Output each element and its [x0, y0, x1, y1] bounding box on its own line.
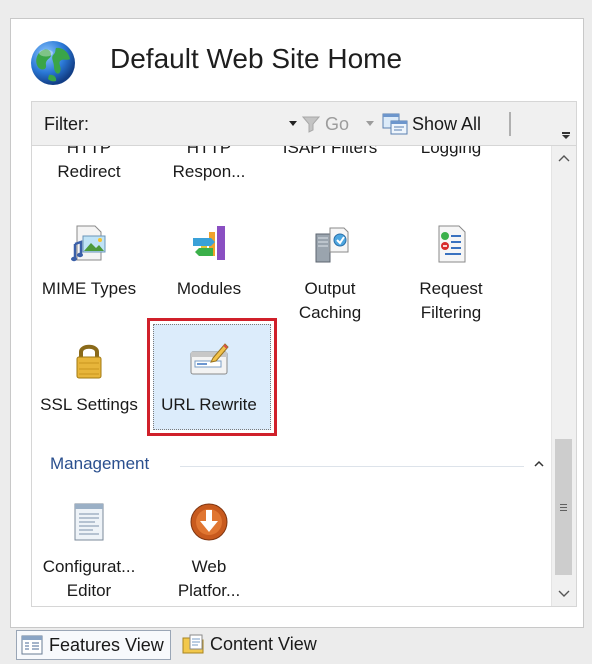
page-title: Default Web Site Home: [110, 43, 403, 74]
scroll-down-button[interactable]: [552, 582, 576, 606]
features-list: HTTP Redirect HTTP Respon... ISAPI Filte…: [31, 145, 577, 607]
feature-output-caching[interactable]: Output Caching: [272, 224, 388, 325]
toolbar-overflow-button[interactable]: [562, 132, 570, 139]
feature-label: HTTP: [66, 145, 112, 157]
content-view-icon: [182, 634, 204, 654]
collapse-caret-icon[interactable]: [534, 459, 544, 469]
feature-label: Output: [304, 279, 356, 298]
feature-http-response-headers[interactable]: HTTP Respon...: [151, 145, 267, 184]
url-rewrite-icon: [190, 343, 229, 375]
feature-logging[interactable]: Logging: [393, 145, 509, 160]
feature-label-2: Redirect: [57, 162, 121, 181]
toolbar-separator: [509, 112, 511, 136]
scroll-thumb[interactable]: [555, 439, 572, 575]
feature-label-2: Respon...: [172, 162, 246, 181]
feature-modules[interactable]: Modules: [151, 224, 267, 301]
chevron-down-icon: [558, 590, 570, 597]
feature-label: HTTP: [186, 145, 232, 157]
feature-mime-types[interactable]: MIME Types: [32, 224, 147, 301]
features-view-icon: [21, 635, 43, 655]
feature-label: Configurat...: [42, 557, 136, 576]
feature-label: MIME Types: [41, 279, 137, 298]
features-view-tab[interactable]: Features View: [16, 630, 171, 660]
feature-web-platform-installer[interactable]: Web Platfor...: [151, 502, 267, 603]
feature-isapi-filters[interactable]: ISAPI Filters: [272, 145, 388, 160]
request-filtering-icon: [438, 225, 466, 263]
group-divider: [180, 466, 524, 467]
go-button[interactable]: Go: [302, 111, 349, 137]
scroll-up-button[interactable]: [552, 146, 576, 170]
feature-configuration-editor[interactable]: Configurat... Editor: [32, 502, 147, 603]
management-group-header[interactable]: Management: [50, 454, 544, 478]
show-all-label: Show All: [412, 113, 482, 134]
configuration-editor-icon: [74, 503, 104, 541]
feature-http-redirect[interactable]: HTTP Redirect: [32, 145, 147, 184]
content-view-tab[interactable]: Content View: [182, 630, 317, 658]
feature-url-rewrite[interactable]: URL Rewrite: [151, 340, 267, 417]
feature-label: URL Rewrite: [161, 395, 257, 414]
feature-label: Logging: [420, 145, 482, 157]
feature-label-2: Filtering: [420, 303, 482, 322]
page-header: Default Web Site Home: [11, 19, 583, 101]
web-platform-installer-icon: [190, 503, 228, 541]
feature-label-2: Platfor...: [177, 581, 241, 600]
show-all-icon: [382, 113, 408, 135]
home-panel: Default Web Site Home Filter: Go Show Al…: [10, 18, 584, 628]
show-all-button[interactable]: Show All: [382, 109, 481, 139]
filter-toolbar: Filter: Go Show All: [31, 101, 577, 146]
globe-icon: [31, 41, 75, 85]
feature-label: Web: [191, 557, 227, 576]
scroll-grip: [560, 504, 567, 513]
go-dropdown-arrow[interactable]: [366, 121, 374, 126]
view-switcher: Features View Content View: [0, 626, 592, 664]
feature-label: Modules: [176, 279, 242, 298]
feature-ssl-settings[interactable]: SSL Settings: [32, 340, 147, 417]
chevron-up-icon: [558, 155, 570, 162]
lock-icon: [76, 344, 102, 379]
go-label: Go: [325, 113, 350, 134]
feature-label: Request: [419, 279, 483, 298]
funnel-icon: [302, 116, 320, 133]
feature-label: SSL Settings: [40, 395, 138, 414]
group-title: Management: [50, 454, 150, 473]
mime-types-icon: [71, 225, 106, 262]
content-view-label: Content View: [210, 633, 317, 654]
feature-label-2: Editor: [66, 581, 112, 600]
filter-label: Filter:: [44, 114, 89, 134]
modules-icon: [193, 226, 225, 260]
vertical-scrollbar[interactable]: [551, 146, 576, 606]
feature-request-filtering[interactable]: Request Filtering: [393, 224, 509, 325]
filter-dropdown-arrow[interactable]: [289, 121, 297, 126]
feature-label-2: Caching: [298, 303, 362, 322]
feature-label: ISAPI Filters: [282, 145, 378, 157]
output-caching-icon: [315, 227, 349, 263]
features-view-label: Features View: [49, 634, 164, 655]
